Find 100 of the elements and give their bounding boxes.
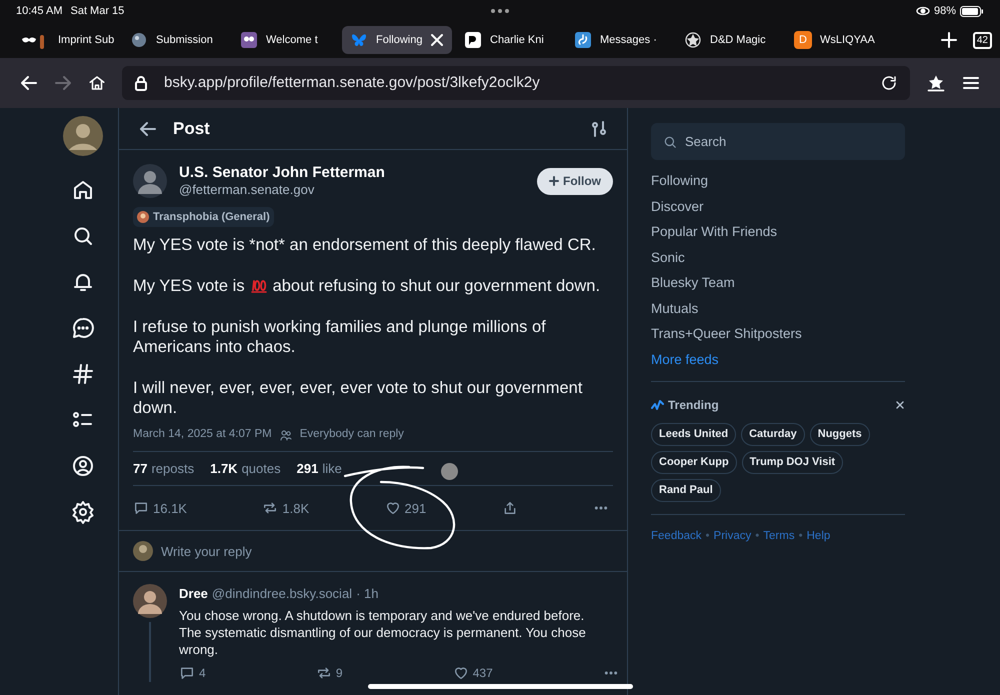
dot-separator: • — [755, 529, 760, 544]
feed-link[interactable]: Trans+Queer Shitposters — [651, 325, 905, 342]
trending-topic[interactable]: Caturday — [741, 423, 805, 446]
browser-tab[interactable]: Welcome t — [232, 26, 338, 54]
avatar-icon[interactable] — [133, 584, 167, 618]
reply-setting: Everybody can reply — [300, 427, 404, 442]
comment-icon[interactable] — [179, 664, 195, 681]
stat-count: 291 — [296, 460, 318, 478]
action-button[interactable]: 4 — [179, 664, 206, 682]
chat-icon[interactable] — [70, 316, 94, 340]
comment-icon[interactable] — [133, 500, 149, 516]
trending-topic[interactable]: Leeds United — [651, 423, 736, 446]
browser-tab[interactable]: D WsLIQYAA — [786, 26, 892, 54]
trending-topic[interactable]: Trump DOJ Visit — [742, 451, 844, 474]
content-label-badge: Transphobia (General) — [133, 207, 274, 227]
feed-link[interactable]: Sonic — [651, 248, 905, 266]
more-feeds-link[interactable]: More feeds — [651, 350, 905, 368]
favicon-icon: D — [794, 31, 812, 49]
dot-separator: • — [706, 529, 710, 544]
stat-label: like — [322, 460, 342, 478]
post-text: I will never, ever, ever, ever, ever vote to shut our government down. — [133, 378, 584, 418]
privacy-icon — [916, 6, 930, 16]
menu-icon[interactable] — [962, 74, 980, 92]
p-logo-icon — [464, 31, 482, 49]
profile-icon[interactable] — [70, 454, 94, 478]
repost-icon[interactable] — [316, 664, 332, 681]
labeler-icon — [137, 211, 149, 223]
browser-tab[interactable]: Messages · — [566, 26, 672, 54]
reply-text: You chose wrong. A shutdown is temporary and we've endured before. The systematic dismantling of our democracy is permanent. You chose wrong. — [179, 606, 587, 658]
stat-count: 1.7K — [210, 460, 238, 478]
heart-icon[interactable] — [452, 664, 469, 681]
feed-link[interactable]: Bluesky Team — [651, 274, 905, 292]
dot-separator: • — [798, 529, 803, 544]
reply-time: · 1h — [356, 585, 378, 604]
avatar-icon[interactable] — [133, 164, 167, 198]
share-icon[interactable] — [502, 500, 518, 516]
plus-icon — [549, 176, 559, 186]
reply-handle: @dindindree.bsky.social — [212, 585, 352, 604]
status-date: Sat Mar 15 — [70, 4, 124, 19]
stat-label: quotes — [242, 460, 281, 478]
battery-percent: 98% — [934, 4, 956, 19]
forward-icon[interactable] — [54, 74, 72, 92]
feed-link[interactable]: Popular With Friends — [651, 223, 905, 240]
browser-tab[interactable]: D&D Magic — [676, 26, 782, 54]
trending-topic[interactable]: Cooper Kupp — [651, 451, 737, 474]
bookmark-star-icon[interactable] — [926, 73, 946, 93]
section-title: Trending — [668, 397, 719, 414]
follow-button[interactable]: Follow — [537, 168, 613, 194]
hundred-points-icon — [250, 278, 268, 294]
tab-count-button[interactable]: 42 — [972, 32, 992, 48]
trending-topic[interactable]: Nuggets — [810, 423, 870, 446]
feed-link[interactable]: Discover — [651, 198, 905, 215]
back-icon[interactable] — [20, 74, 38, 92]
hashtag-icon[interactable] — [70, 362, 94, 386]
stat-count: 77 — [133, 460, 148, 478]
more-icon — [490, 8, 510, 14]
people-icon — [280, 428, 292, 441]
avatar-icon[interactable] — [62, 116, 102, 156]
plus-icon[interactable] — [940, 32, 957, 48]
settings-icon[interactable] — [70, 500, 94, 524]
trending-icon — [651, 399, 664, 411]
action-button[interactable]: 1.8K — [262, 498, 310, 518]
lock-icon — [134, 75, 148, 91]
status-time: 10:45 AM — [16, 4, 62, 19]
trending-topic[interactable]: Rand Paul — [651, 479, 721, 502]
browser-tab[interactable]: Following — [342, 26, 452, 54]
touch-indicator — [441, 463, 458, 480]
search-icon — [663, 135, 677, 149]
stat-label: reposts — [151, 460, 194, 478]
battery-icon — [960, 6, 984, 16]
action-button[interactable]: 437 — [452, 664, 493, 682]
action-button[interactable]: 9 — [316, 664, 343, 682]
action-button[interactable]: 16.1K — [133, 498, 187, 518]
post-text: My YES vote is *not* an endorsement of this deeply flawed CR. — [133, 235, 597, 255]
reply-author: Dree — [179, 585, 208, 604]
repost-icon[interactable] — [262, 500, 278, 516]
back-arrow-icon[interactable] — [139, 120, 157, 138]
post-text: I refuse to punish working families and plunge millions of Americans into chaos. — [133, 317, 547, 357]
star-icon — [684, 31, 702, 49]
heart-icon[interactable] — [384, 500, 401, 516]
filter-icon[interactable] — [591, 120, 607, 136]
browser-tab[interactable]: Imprint Sub — [12, 26, 118, 54]
feed-link[interactable]: Following — [651, 172, 905, 190]
post-text: about refusing to shut our government down. — [272, 276, 600, 296]
page-title: Post — [173, 118, 210, 140]
search-field[interactable]: Search — [651, 123, 905, 160]
action-button[interactable]: 291 — [384, 498, 426, 518]
address-field[interactable]: bsky.app/profile/fetterman.senate.gov/post/3lkefy2oclk2y — [122, 66, 910, 100]
post-text: My YES vote is — [133, 276, 245, 296]
author-handle: @fetterman.senate.gov — [179, 181, 316, 198]
feed-link[interactable]: Mutuals — [651, 300, 905, 317]
reply-field[interactable]: Write your reply — [161, 542, 613, 561]
browser-tab[interactable]: Charlie Kni — [456, 26, 562, 54]
avatar-icon[interactable] — [133, 541, 153, 562]
reload-icon[interactable] — [880, 74, 898, 92]
thread-line — [149, 622, 151, 682]
close-icon[interactable] — [895, 400, 905, 410]
browser-tab[interactable]: Submission — [122, 26, 228, 54]
author-name: U.S. Senator John Fetterman — [179, 164, 385, 181]
home-icon[interactable] — [88, 74, 106, 92]
